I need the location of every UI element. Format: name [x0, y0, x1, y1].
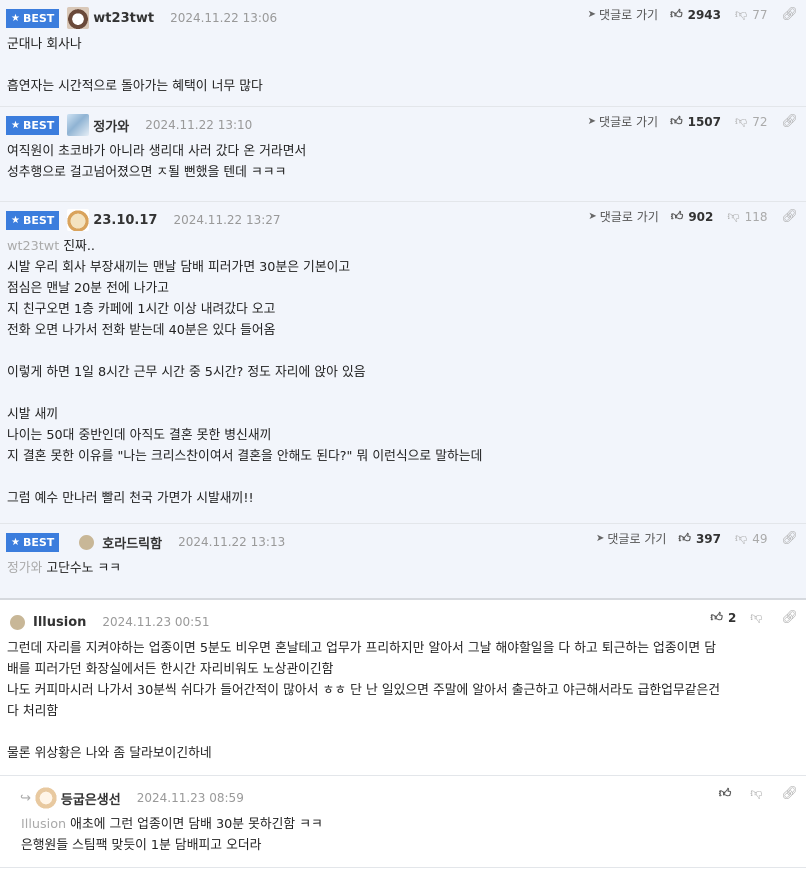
- comment-actions: ➤ 댓글로 가기 👍︎ 902 👎︎ 118 🔗︎: [588, 208, 798, 225]
- comment: Illusion 2024.11.23 00:51 👍︎ 2 👎︎ 🔗︎ 그런데 …: [0, 600, 806, 776]
- author-name[interactable]: Illusion: [33, 615, 86, 630]
- go-to-reply-link[interactable]: ➤ 댓글로 가기: [588, 208, 658, 225]
- go-to-reply-link[interactable]: ➤ 댓글로 가기: [596, 530, 666, 547]
- downvote-button[interactable]: 👎︎ 118: [727, 209, 767, 224]
- star-icon: ★: [11, 119, 20, 131]
- go-to-reply-link[interactable]: ➤ 댓글로 가기: [588, 6, 658, 23]
- comment-actions: ➤ 댓글로 가기 👍︎ 397 👎︎ 49 🔗︎: [596, 530, 798, 547]
- default-avatar-icon[interactable]: [79, 534, 95, 550]
- upvote-button[interactable]: 👍︎ 902: [671, 209, 714, 224]
- bear-avatar-icon[interactable]: [67, 114, 90, 136]
- link-icon[interactable]: 🔗︎: [781, 610, 798, 625]
- comment-date: 2024.11.22 13:06: [170, 11, 278, 25]
- comment-body: 정가와 고단수노 ㅋㅋ: [7, 561, 122, 576]
- author-name[interactable]: 호라드릭함: [102, 533, 162, 552]
- link-icon[interactable]: 🔗︎: [781, 531, 798, 546]
- upvote-button[interactable]: 👍︎ 397: [678, 531, 721, 546]
- thumbs-down-icon: 👎︎: [750, 786, 763, 800]
- send-arrow-icon: ➤: [596, 533, 605, 544]
- comment-header: ★ BEST 호라드릭함 2024.11.22 13:13 ➤ 댓글로 가기 👍︎ 3…: [6, 530, 798, 554]
- thumbs-up-icon: 👍︎: [670, 7, 683, 21]
- comment-header: ↪ 등굽은생선 2024.11.23 08:59 👍︎ 👎︎ 🔗︎: [20, 786, 798, 810]
- best-comment: ★ BEST 23.10.17 2024.11.22 13:27 ➤ 댓글로 가기 …: [0, 202, 806, 524]
- best-comment: ★ BEST 호라드릭함 2024.11.22 13:13 ➤ 댓글로 가기 👍︎ 3…: [0, 524, 806, 600]
- reply-arrow-icon: ↪: [20, 790, 31, 806]
- upvote-button[interactable]: 👍︎ 2943: [670, 7, 721, 22]
- link-icon[interactable]: 🔗︎: [781, 114, 798, 129]
- best-comment: ★ BEST 정가와 2024.11.22 13:10 ➤ 댓글로 가기 👍︎ 150…: [0, 107, 806, 202]
- downvote-button[interactable]: 👎︎: [750, 610, 767, 625]
- best-badge: ★ BEST: [6, 8, 60, 28]
- downvote-button[interactable]: 👎︎ 72: [735, 114, 767, 129]
- author-name[interactable]: wt23twt: [93, 11, 154, 26]
- reply-target-name[interactable]: 정가와: [7, 561, 42, 576]
- send-arrow-icon: ➤: [588, 211, 597, 222]
- thumbs-up-icon: 👍︎: [718, 786, 732, 800]
- dog-avatar-icon[interactable]: [67, 7, 90, 29]
- star-icon: ★: [11, 214, 20, 226]
- send-arrow-icon: ➤: [587, 116, 597, 127]
- comment-date: 2024.11.22 13:10: [145, 118, 253, 132]
- thumbs-down-icon: 👎︎: [727, 209, 740, 223]
- best-badge: ★ BEST: [6, 115, 60, 135]
- thumbs-down-icon: 👎︎: [735, 7, 748, 21]
- star-icon: ★: [11, 12, 20, 24]
- thumbs-down-icon: 👎︎: [735, 114, 748, 128]
- link-icon[interactable]: 🔗︎: [781, 7, 798, 22]
- comment-actions: 👍︎ 2 👎︎ 🔗︎: [710, 610, 798, 625]
- thumbs-up-icon: 👍︎: [670, 209, 684, 223]
- send-arrow-icon: ➤: [587, 9, 597, 20]
- comment-header: ★ BEST 23.10.17 2024.11.22 13:27 ➤ 댓글로 가기 …: [6, 208, 798, 232]
- author-name[interactable]: 등굽은생선: [61, 789, 121, 808]
- upvote-button[interactable]: 👍︎ 2: [710, 610, 736, 625]
- best-comment: ★ BEST wt23twt 2024.11.22 13:06 ➤ 댓글로 가기 👍…: [0, 0, 806, 107]
- link-icon[interactable]: 🔗︎: [781, 209, 798, 224]
- comment-date: 2024.11.22 13:27: [173, 213, 281, 227]
- thumbs-up-icon: 👍︎: [710, 610, 723, 624]
- comment-list: ★ BEST wt23twt 2024.11.22 13:06 ➤ 댓글로 가기 👍…: [0, 0, 806, 868]
- comment-body: 그런데 자리를 지켜야하는 업종이면 5분도 비우면 혼날테고 업무가 프리하지…: [7, 641, 721, 761]
- thumbs-up-icon: 👍︎: [670, 114, 683, 128]
- comment-body: wt23twt 진짜.. 시발 우리 회사 부장새끼는 맨날 담배 피러가면 30…: [7, 239, 483, 506]
- reply-comment: ↪ 등굽은생선 2024.11.23 08:59 👍︎ 👎︎ 🔗︎ Illusi…: [0, 776, 806, 868]
- comment-body: 여직원이 초코바가 아니라 생리대 사러 갔다 온 거라면서 성추행으로 걸고넘…: [7, 144, 307, 180]
- author-name[interactable]: 23.10.17: [93, 213, 157, 228]
- comment-body: 군대나 회사나 흡연자는 시간적으로 돌아가는 혜택이 너무 많다: [7, 37, 263, 94]
- reply-target-name[interactable]: Illusion: [21, 817, 66, 832]
- comment-actions: 👍︎ 👎︎ 🔗︎: [719, 786, 798, 801]
- best-badge: ★ BEST: [6, 532, 60, 552]
- puppy-avatar-icon[interactable]: [34, 787, 57, 809]
- comment-actions: ➤ 댓글로 가기 👍︎ 2943 👎︎ 77 🔗︎: [588, 6, 798, 23]
- comment-date: 2024.11.23 00:51: [102, 615, 210, 629]
- comment-header: ★ BEST 정가와 2024.11.22 13:10 ➤ 댓글로 가기 👍︎ 150…: [6, 113, 798, 137]
- comment-date: 2024.11.23 08:59: [136, 791, 244, 805]
- upvote-button[interactable]: 👍︎: [719, 786, 737, 801]
- upvote-button[interactable]: 👍︎ 1507: [670, 114, 721, 129]
- thumbs-down-icon: 👎︎: [735, 531, 748, 545]
- comment-body: Illusion 애초에 그런 업종이면 담배 30분 못하긴함 ㅋㅋ 은행원들 …: [21, 817, 323, 853]
- comment-actions: ➤ 댓글로 가기 👍︎ 1507 👎︎ 72 🔗︎: [588, 113, 798, 130]
- go-to-reply-link[interactable]: ➤ 댓글로 가기: [588, 113, 658, 130]
- star-icon: ★: [11, 536, 20, 548]
- downvote-button[interactable]: 👎︎ 77: [735, 7, 767, 22]
- link-icon[interactable]: 🔗︎: [781, 786, 798, 801]
- comment-header: ★ BEST wt23twt 2024.11.22 13:06 ➤ 댓글로 가기 👍…: [6, 6, 798, 30]
- downvote-button[interactable]: 👎︎ 49: [735, 531, 767, 546]
- thumbs-down-icon: 👎︎: [750, 610, 763, 624]
- author-name[interactable]: 정가와: [93, 116, 129, 135]
- default-avatar-icon[interactable]: [10, 614, 25, 630]
- best-badge: ★ BEST: [6, 210, 60, 230]
- comment-header: Illusion 2024.11.23 00:51 👍︎ 2 👎︎ 🔗︎: [6, 610, 798, 634]
- comment-date: 2024.11.22 13:13: [178, 535, 286, 549]
- dog-avatar-icon[interactable]: [67, 209, 90, 231]
- reply-target-name[interactable]: wt23twt: [7, 239, 59, 254]
- downvote-button[interactable]: 👎︎: [750, 786, 767, 801]
- thumbs-up-icon: 👍︎: [678, 531, 691, 545]
